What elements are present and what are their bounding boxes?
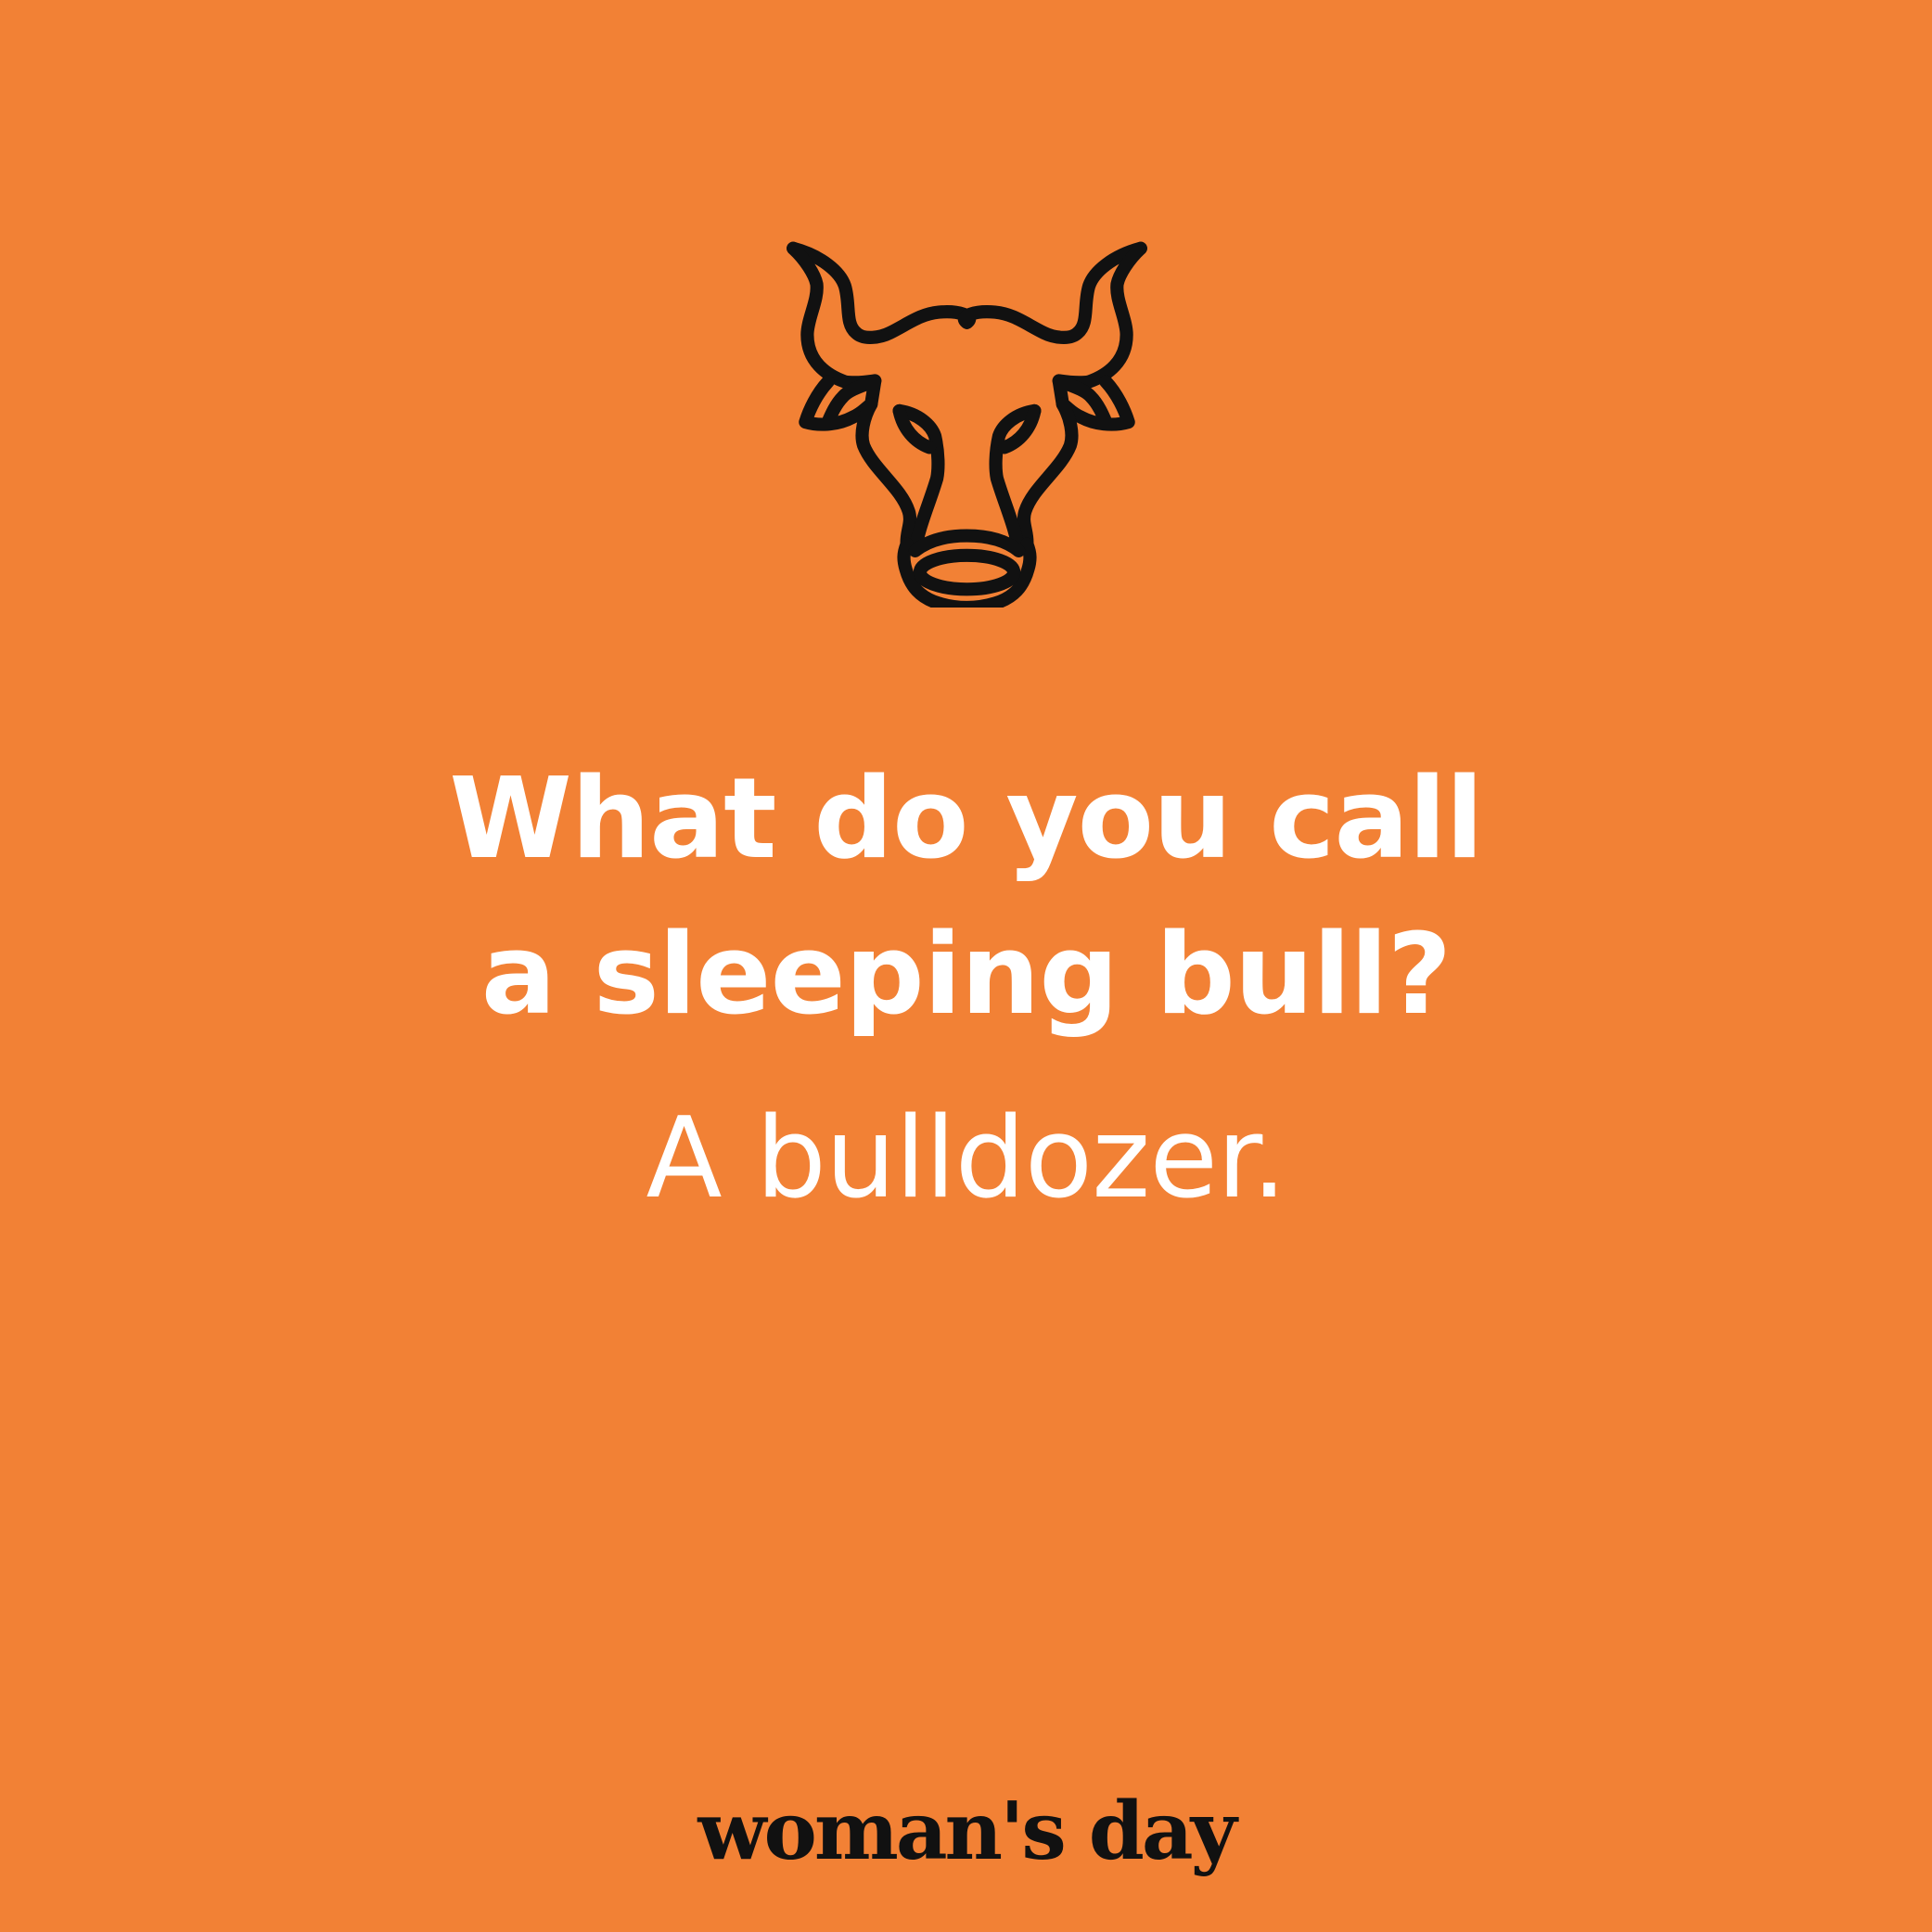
joke-question-line-1: What do you call: [449, 755, 1483, 884]
joke-answer: A bulldozer.: [646, 1094, 1286, 1223]
joke-question-line-2: a sleeping bull?: [480, 911, 1452, 1040]
joke-question: What do you call a sleeping bull?: [0, 742, 1932, 1054]
joke-card: What do you call a sleeping bull? A bull…: [0, 0, 1932, 1932]
womans-day-logo: woman's day: [697, 1785, 1236, 1878]
bull-head-icon: [787, 241, 1147, 608]
